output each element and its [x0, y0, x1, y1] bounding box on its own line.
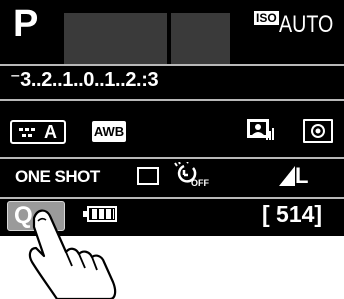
pointing-hand-icon — [28, 209, 117, 299]
